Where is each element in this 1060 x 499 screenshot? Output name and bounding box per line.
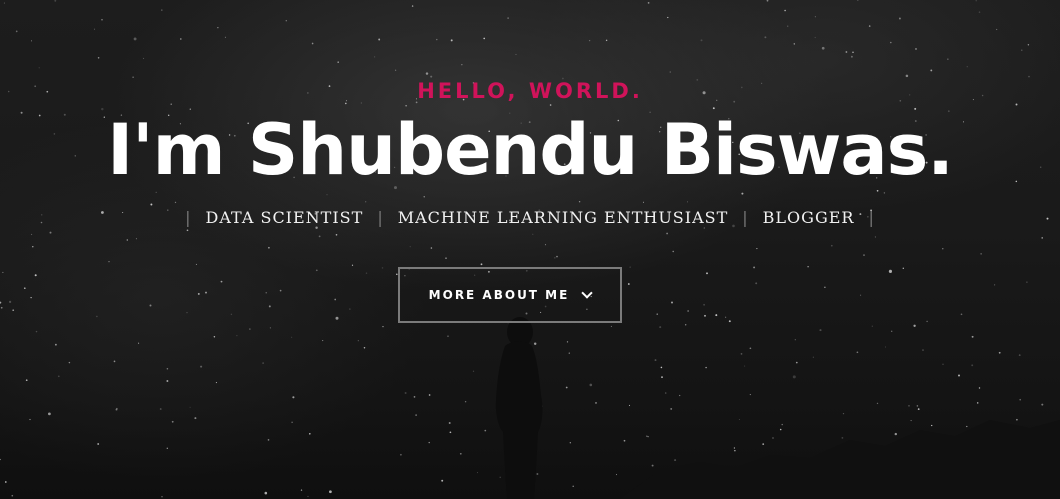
more-about-me-button[interactable]: MORE ABOUT ME — [398, 267, 622, 323]
chevron-down-icon — [581, 287, 593, 299]
role-blogger: BLOGGER — [762, 208, 855, 227]
hero-headline: I'm Shubendu Biswas. — [107, 109, 954, 191]
role-ml-enthusiast: MACHINE LEARNING ENTHUSIAST — [397, 208, 729, 227]
role-separator: | — [742, 208, 749, 227]
role-separator: | — [377, 208, 384, 227]
hero-section: HELLO, WORLD. I'm Shubendu Biswas. | DATA… — [0, 0, 1060, 499]
role-separator: | — [185, 208, 192, 227]
more-about-me-label: MORE ABOUT ME — [428, 288, 570, 302]
person-silhouette-image — [495, 317, 1060, 499]
role-separator: | — [868, 208, 875, 227]
role-data-scientist: DATA SCIENTIST — [205, 208, 364, 227]
hero-roles: | DATA SCIENTIST | MACHINE LEARNING ENTHUSI… — [0, 206, 1060, 230]
hero-kicker: HELLO, WORLD. — [417, 79, 643, 103]
